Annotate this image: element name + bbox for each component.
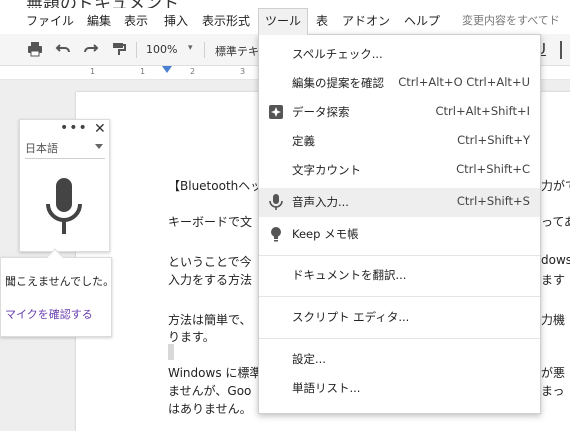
menu-item-word-count[interactable]: 文字カウント Ctrl+Shift+C <box>259 156 540 185</box>
menu-item-shortcut: Ctrl+Alt+Shift+I <box>435 104 530 118</box>
menu-divider <box>259 296 540 297</box>
menu-item-label: スクリプト エディタ... <box>292 310 410 324</box>
print-icon[interactable] <box>26 41 44 59</box>
ruler-number: 1 <box>90 67 96 76</box>
text-color-icon[interactable] <box>560 41 562 59</box>
menu-item-label: 文字カウント <box>292 163 361 177</box>
menu-addons[interactable]: アドオン <box>342 8 390 34</box>
toolbar-divider <box>204 42 205 58</box>
doc-text-line: 【Bluetoothヘッ <box>168 179 263 193</box>
mic-icon <box>269 194 283 210</box>
doc-title[interactable]: 無題のドキュメント <box>26 0 179 8</box>
menu-file[interactable]: ファイル <box>26 8 74 34</box>
doc-text-line: はありません。 <box>168 402 252 416</box>
indent-marker[interactable] <box>162 66 172 73</box>
toolbar-divider <box>136 42 137 58</box>
doc-text-line: ませんが、Goo <box>168 384 252 398</box>
ruler-number: 2 <box>190 67 196 76</box>
menu-item-label: ドキュメントを翻訳... <box>292 268 407 282</box>
menu-item-label: スペルチェック... <box>292 47 383 61</box>
undo-icon[interactable] <box>54 41 72 59</box>
menu-item-label: 定義 <box>292 134 315 148</box>
save-status[interactable]: 変更内容をすべてド <box>462 8 560 34</box>
menu-bar: ファイル 編集 表示 挿入 表示形式 ツール 表 アドオン ヘルプ 変更内容をす… <box>0 8 570 35</box>
menu-divider <box>259 338 540 339</box>
more-options-icon[interactable]: ••• <box>60 120 88 136</box>
doc-text-line: キーボードで文 <box>168 215 253 229</box>
menu-item-explore[interactable]: データ探索 Ctrl+Alt+Shift+I <box>259 98 540 127</box>
menu-item-keep-notepad[interactable]: Keep メモ帳 <box>259 220 540 249</box>
chevron-down-icon[interactable]: ▾ <box>188 43 193 53</box>
menu-item-spellcheck[interactable]: スペルチェック... <box>259 40 540 69</box>
ruler-number: 1 <box>140 67 146 76</box>
menu-item-label: 単語リスト... <box>292 381 361 395</box>
check-mic-link[interactable]: マイクを確認する <box>5 306 93 322</box>
tools-menu-dropdown: スペルチェック... 編集の提案を確認 Ctrl+Alt+O Ctrl+Alt+… <box>258 34 541 414</box>
menu-item-shortcut: Ctrl+Shift+S <box>456 194 530 208</box>
menu-item-shortcut: Ctrl+Alt+O Ctrl+Alt+U <box>398 75 530 89</box>
menu-tools[interactable]: ツール <box>258 8 309 35</box>
explore-icon <box>269 104 283 120</box>
menu-item-script-editor[interactable]: スクリプト エディタ... <box>259 303 540 332</box>
doc-text-fragment: 力機 <box>541 313 566 327</box>
zoom-select[interactable]: 100% <box>146 43 177 56</box>
doc-text-fragment: まっ <box>541 384 565 398</box>
menu-item-label: Keep メモ帳 <box>292 227 359 241</box>
menu-help[interactable]: ヘルプ <box>404 8 440 34</box>
menu-item-dictionary[interactable]: 単語リスト... <box>259 374 540 403</box>
menu-item-label: データ探索 <box>292 105 350 119</box>
menu-divider <box>259 255 540 256</box>
menu-item-define[interactable]: 定義 Ctrl+Shift+Y <box>259 127 540 156</box>
doc-text-line: Windows に標準 <box>168 366 262 380</box>
chevron-down-icon <box>95 144 103 149</box>
ruler-number: 3 <box>240 67 246 76</box>
menu-insert[interactable]: 挿入 <box>164 8 188 34</box>
menu-item-preferences[interactable]: 設定... <box>259 345 540 374</box>
menu-item-translate[interactable]: ドキュメントを翻訳... <box>259 261 540 290</box>
doc-text-fragment: 力がで <box>541 179 570 193</box>
menu-view[interactable]: 表示 <box>124 8 148 34</box>
voice-typing-panel: ••• ✕ 日本語 <box>19 119 110 252</box>
close-icon[interactable]: ✕ <box>94 121 106 137</box>
doc-text-line: ります。 <box>168 330 215 344</box>
menu-item-voice-typing[interactable]: 音声入力... Ctrl+Shift+S <box>259 188 540 217</box>
menu-item-shortcut: Ctrl+Shift+C <box>456 162 530 176</box>
voice-error-popup: 聞こえませんでした。 マイクを確認する <box>0 248 115 337</box>
menu-item-review-suggestions[interactable]: 編集の提案を確認 Ctrl+Alt+O Ctrl+Alt+U <box>259 69 540 98</box>
paint-format-icon[interactable] <box>110 41 128 59</box>
doc-text-fragment: ます <box>541 273 566 287</box>
cursor-block <box>168 344 174 360</box>
doc-text-fragment: ってあ <box>541 215 570 229</box>
bulb-icon <box>269 226 283 242</box>
mic-icon <box>46 178 82 234</box>
doc-text-fragment: が悪 <box>541 366 566 380</box>
error-message: 聞こえませんでした。 <box>5 275 115 288</box>
redo-icon[interactable] <box>82 41 100 59</box>
menu-edit[interactable]: 編集 <box>87 8 111 34</box>
doc-text-line: 方法は簡単で、 <box>168 313 252 327</box>
microphone-button[interactable] <box>44 178 84 238</box>
menu-table[interactable]: 表 <box>316 8 328 34</box>
menu-item-label: 編集の提案を確認 <box>292 76 384 90</box>
menu-item-shortcut: Ctrl+Shift+Y <box>457 133 530 147</box>
menu-item-label: 設定... <box>292 352 326 366</box>
menu-item-label: 音声入力... <box>292 195 349 209</box>
language-label: 日本語 <box>25 142 58 155</box>
title-bar: 無題のドキュメント <box>0 0 570 8</box>
doc-text-fragment: dows <box>541 253 570 267</box>
menu-format[interactable]: 表示形式 <box>202 8 250 34</box>
language-select[interactable]: 日本語 <box>25 141 105 159</box>
doc-text-line: ということで今 <box>168 255 252 269</box>
doc-text-line: 入力をする方法 <box>168 273 253 287</box>
